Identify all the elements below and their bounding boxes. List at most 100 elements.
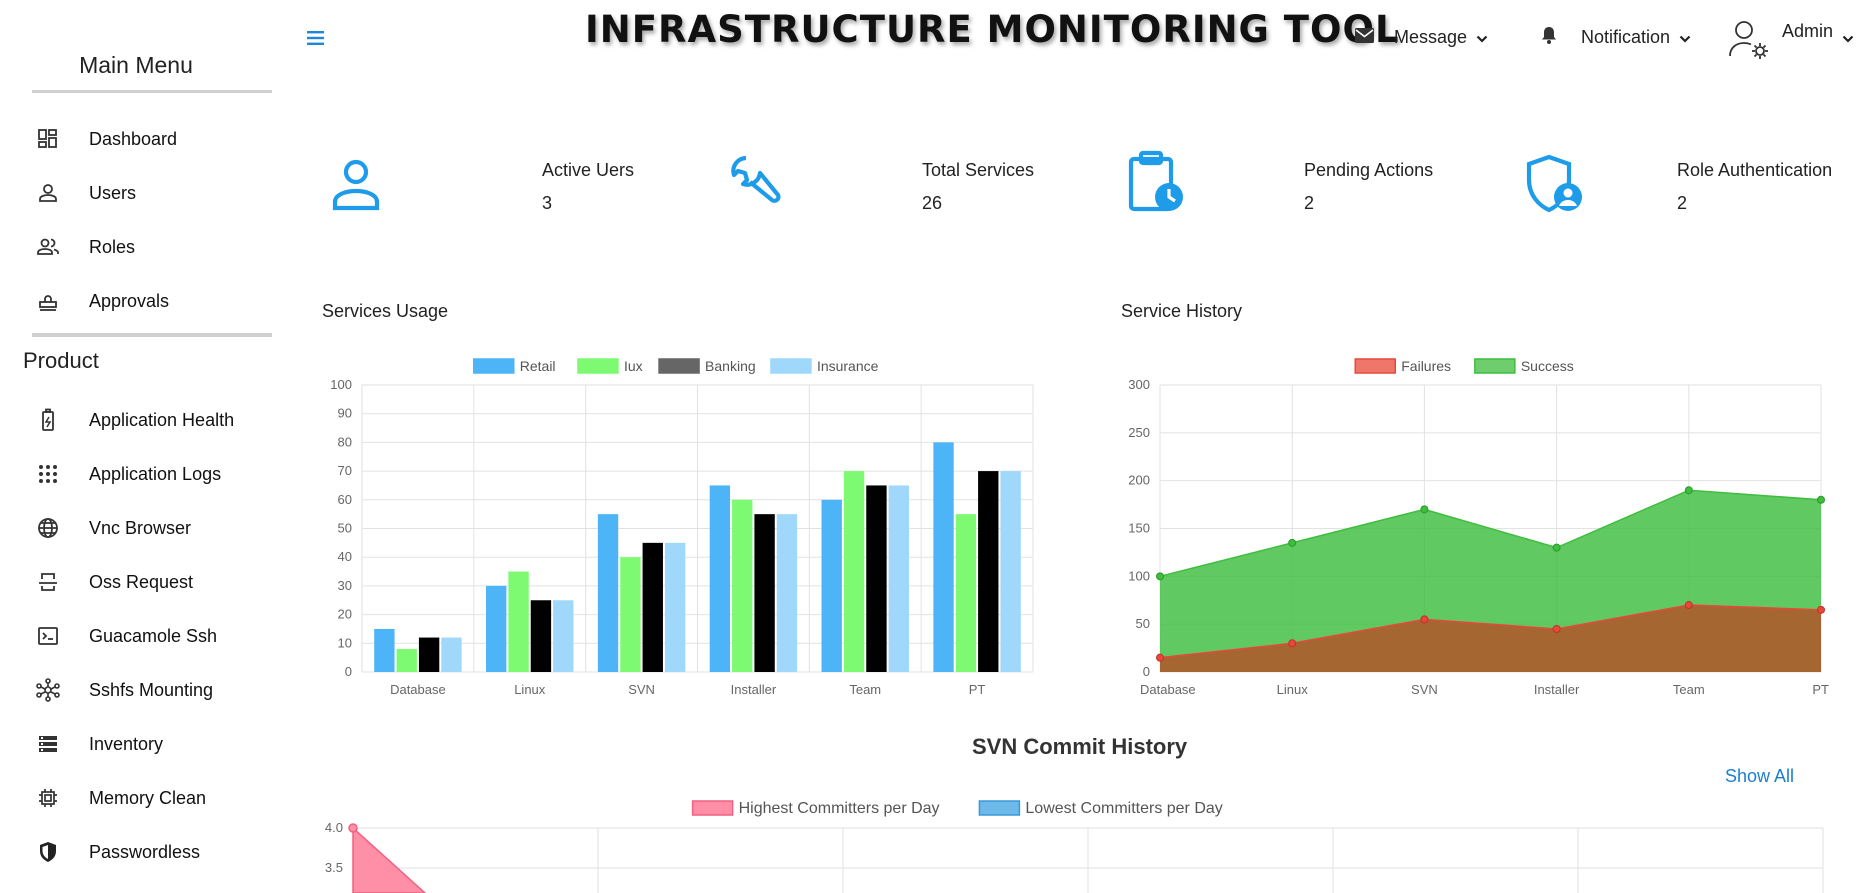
battery-charging-icon <box>36 408 60 432</box>
sidebar-item-memory-clean[interactable]: Memory Clean <box>0 778 272 818</box>
y-tick-label: 100 <box>1128 568 1150 583</box>
series-area <box>352 826 427 893</box>
svn-commit-history-title: SVN Commit History <box>972 734 1188 759</box>
sidebar-item-label: Oss Request <box>89 571 194 592</box>
legend-label: Iux <box>624 358 643 374</box>
sidebar-item-sshfs-mounting[interactable]: Sshfs Mounting <box>0 670 272 710</box>
main-menu-title: Main Menu <box>79 52 193 78</box>
admin-menu[interactable]: Admin <box>1728 18 1854 62</box>
y-tick-label: 90 <box>338 406 352 421</box>
data-point <box>1420 505 1429 514</box>
y-tick-label: 60 <box>338 492 352 507</box>
clipboard-clock-icon <box>1124 150 1186 212</box>
stat-value: 2 <box>1304 193 1315 213</box>
y-tick-label: 0 <box>345 664 352 679</box>
notification-menu[interactable]: Notification <box>1541 22 1691 52</box>
shield-user-icon <box>1525 154 1587 216</box>
bar <box>866 485 887 672</box>
show-all-link[interactable]: Show All <box>1725 766 1794 787</box>
legend-swatch <box>691 800 734 816</box>
chevron-down-icon <box>1476 27 1488 48</box>
message-menu[interactable]: Message <box>1355 22 1488 52</box>
service-history-title: Service History <box>1121 301 1243 321</box>
y-tick-label: 250 <box>1128 425 1150 440</box>
message-label: Message <box>1394 26 1468 47</box>
y-tick-label: 0 <box>1143 664 1150 679</box>
bar <box>642 542 663 672</box>
sidebar-item-passwordless[interactable]: Passwordless <box>0 832 272 872</box>
x-tick-label: Team <box>1673 682 1705 697</box>
data-point <box>1420 615 1429 624</box>
data-point <box>1684 601 1693 610</box>
bar <box>486 585 507 672</box>
sidebar-item-vnc-browser[interactable]: Vnc Browser <box>0 508 272 548</box>
sidebar-item-label: Memory Clean <box>89 787 207 808</box>
sidebar-item-label: Vnc Browser <box>89 517 192 538</box>
services-usage-chart: Retail Iux Banking Insurance 0 10 20 30 40 50 60 70… <box>330 358 1034 697</box>
bar <box>776 514 798 672</box>
services-usage-title: Services Usage <box>322 301 449 321</box>
legend-swatch <box>577 358 619 374</box>
hamburger-icon[interactable] <box>307 30 329 48</box>
bar <box>620 557 641 672</box>
stamp-icon <box>36 289 60 313</box>
y-tick-label: 30 <box>338 578 352 593</box>
y-tick-label: 200 <box>1128 473 1150 488</box>
bar <box>553 600 574 672</box>
y-tick-label: 150 <box>1128 521 1150 536</box>
y-tick-label: 40 <box>338 549 352 564</box>
sidebar-item-application-logs[interactable]: Application Logs <box>0 454 272 494</box>
legend-label: Banking <box>705 358 756 374</box>
sidebar-item-users[interactable]: Users <box>0 173 272 213</box>
legend-label: Retail <box>520 358 556 374</box>
strikethrough-doc-icon <box>36 570 60 594</box>
stat-label: Pending Actions <box>1304 160 1434 180</box>
sidebar-item-label: Roles <box>89 236 136 257</box>
section-divider <box>32 333 272 337</box>
x-tick-label: Database <box>1140 682 1196 697</box>
sidebar-item-oss-request[interactable]: Oss Request <box>0 562 272 602</box>
person-outline-icon <box>325 152 387 214</box>
x-tick-label: Installer <box>731 682 777 697</box>
sidebar-item-roles[interactable]: Roles <box>0 227 272 267</box>
x-tick-label: Linux <box>1277 682 1309 697</box>
dashboard-icon <box>36 127 60 151</box>
bar <box>978 471 999 672</box>
bar <box>843 471 865 672</box>
sidebar-item-label: Dashboard <box>89 128 178 149</box>
sidebar-item-label: Application Logs <box>89 463 222 484</box>
wrench-icon <box>726 152 788 214</box>
product-section-title: Product <box>23 348 99 373</box>
svn-commit-history-chart: Highest Committers per Day Lowest Committ… <box>325 800 1824 893</box>
legend-swatch <box>1474 358 1516 374</box>
bar <box>754 514 775 672</box>
data-point <box>1156 653 1164 662</box>
bar <box>955 514 977 672</box>
x-tick-label: PT <box>1812 682 1829 697</box>
x-tick-label: SVN <box>1411 682 1438 697</box>
sidebar-item-approvals[interactable]: Approvals <box>0 281 272 321</box>
user-gear-icon <box>1728 18 1772 67</box>
bar <box>374 628 395 672</box>
legend-label: Success <box>1521 358 1574 374</box>
admin-label: Admin <box>1782 21 1834 41</box>
sidebar-item-guacamole-ssh[interactable]: Guacamole Ssh <box>0 616 272 656</box>
sidebar-item-dashboard[interactable]: Dashboard <box>0 119 272 159</box>
data-point <box>1288 538 1297 547</box>
data-point <box>1552 624 1561 633</box>
legend-swatch <box>770 358 812 374</box>
hub-network-icon <box>36 678 60 702</box>
users-icon <box>36 235 60 259</box>
y-tick-label: 4.0 <box>325 820 343 835</box>
bar <box>821 499 842 672</box>
y-tick-label: 20 <box>338 607 352 622</box>
x-tick-label: PT <box>969 682 986 697</box>
stat-label: Active Uers <box>542 160 635 180</box>
y-tick-label: 300 <box>1128 377 1150 392</box>
sidebar-item-label: Inventory <box>89 733 164 754</box>
sidebar-item-inventory[interactable]: Inventory <box>0 724 272 764</box>
user-icon <box>36 181 60 205</box>
legend-label: Insurance <box>817 358 879 374</box>
sidebar-item-application-health[interactable]: Application Health <box>0 400 272 440</box>
x-tick-label: Linux <box>514 682 546 697</box>
